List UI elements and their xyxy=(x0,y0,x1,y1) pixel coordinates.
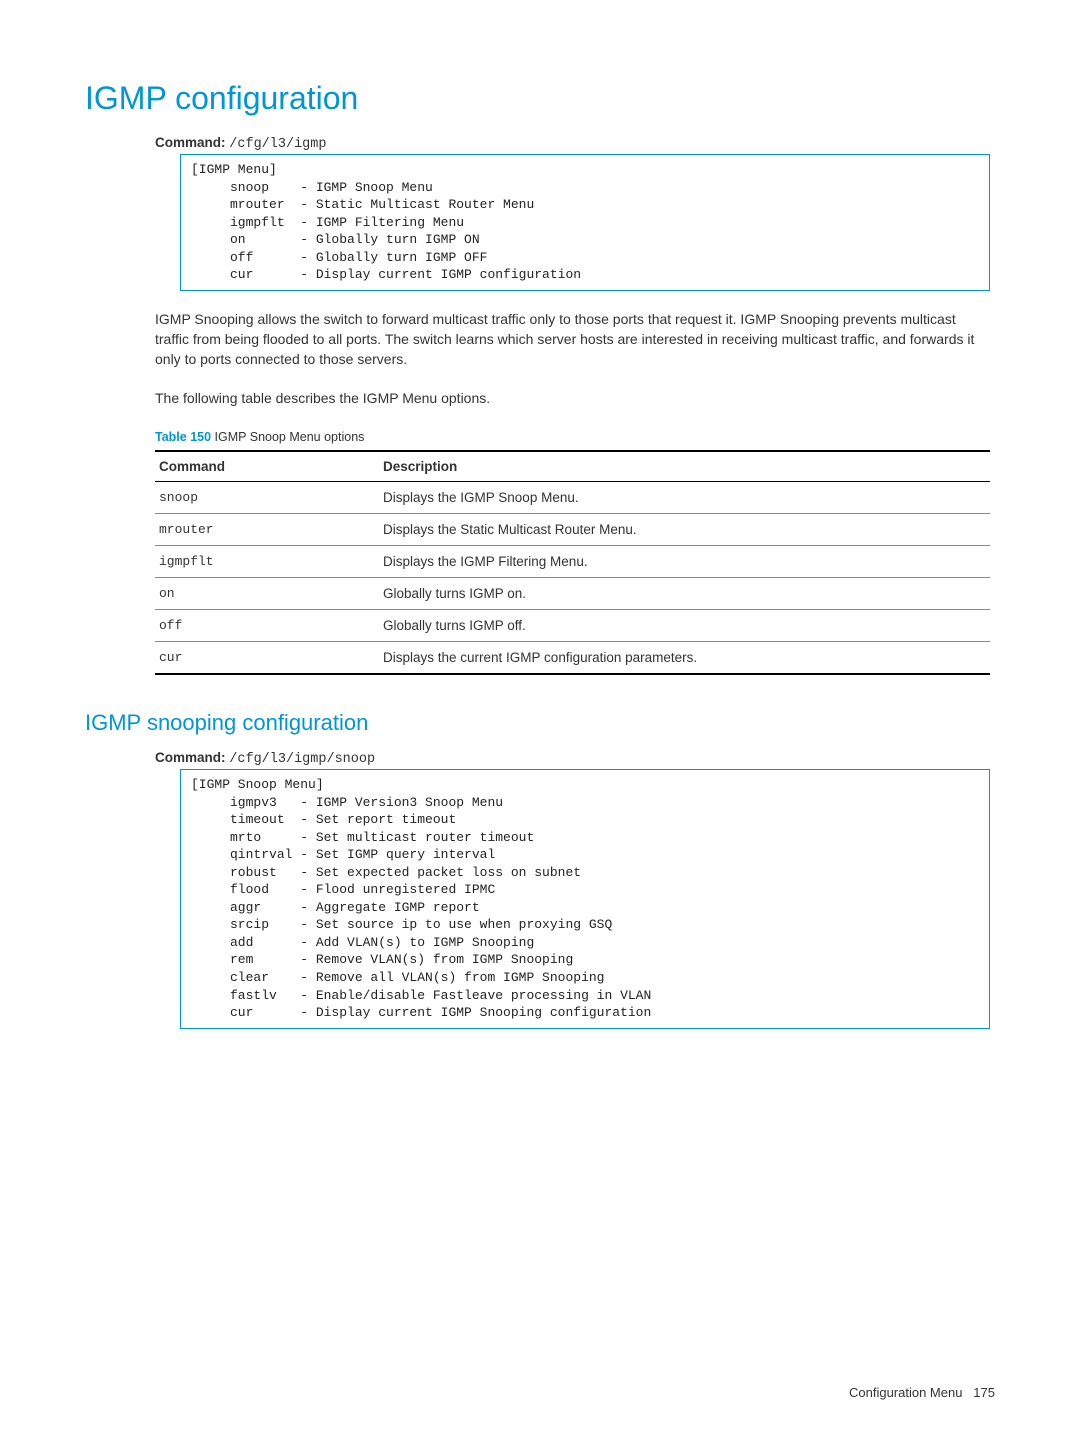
table-cell-command: on xyxy=(155,578,379,610)
table-cell-description: Globally turns IGMP on. xyxy=(379,578,990,610)
table-cell-description: Displays the current IGMP configuration … xyxy=(379,642,990,675)
table-row: snoop Displays the IGMP Snoop Menu. xyxy=(155,482,990,514)
command-label: Command: xyxy=(155,135,226,150)
table-header-row: Command Description xyxy=(155,451,990,482)
command-path: /cfg/l3/igmp/snoop xyxy=(229,752,375,767)
footer-section: Configuration Menu xyxy=(849,1385,962,1400)
table-cell-command: off xyxy=(155,610,379,642)
table-row: off Globally turns IGMP off. xyxy=(155,610,990,642)
table-cell-command: mrouter xyxy=(155,514,379,546)
table-cell-description: Displays the IGMP Filtering Menu. xyxy=(379,546,990,578)
table-row: mrouter Displays the Static Multicast Ro… xyxy=(155,514,990,546)
page-footer: Configuration Menu 175 xyxy=(849,1385,995,1400)
igmp-menu-box: [IGMP Menu] snoop - IGMP Snoop Menu mrou… xyxy=(180,154,990,291)
command-line-1: Command: /cfg/l3/igmp xyxy=(155,135,995,152)
table-caption: Table 150 IGMP Snoop Menu options xyxy=(155,430,995,444)
page-title: IGMP configuration xyxy=(85,80,995,117)
table-cell-command: cur xyxy=(155,642,379,675)
table-header-description: Description xyxy=(379,451,990,482)
footer-page-number: 175 xyxy=(973,1385,995,1400)
paragraph-intro: IGMP Snooping allows the switch to forwa… xyxy=(155,309,990,370)
table-cell-description: Globally turns IGMP off. xyxy=(379,610,990,642)
paragraph-table-lead: The following table describes the IGMP M… xyxy=(155,388,990,408)
table-caption-text: IGMP Snoop Menu options xyxy=(211,430,364,444)
table-cell-command: snoop xyxy=(155,482,379,514)
table-row: cur Displays the current IGMP configurat… xyxy=(155,642,990,675)
command-path: /cfg/l3/igmp xyxy=(229,137,326,152)
igmp-options-table: Command Description snoop Displays the I… xyxy=(155,450,990,675)
table-caption-label: Table 150 xyxy=(155,430,211,444)
command-line-2: Command: /cfg/l3/igmp/snoop xyxy=(155,750,995,767)
command-label: Command: xyxy=(155,750,226,765)
igmp-snoop-menu-box: [IGMP Snoop Menu] igmpv3 - IGMP Version3… xyxy=(180,769,990,1029)
section-title-snooping: IGMP snooping configuration xyxy=(85,710,995,736)
table-row: on Globally turns IGMP on. xyxy=(155,578,990,610)
table-cell-command: igmpflt xyxy=(155,546,379,578)
table-row: igmpflt Displays the IGMP Filtering Menu… xyxy=(155,546,990,578)
table-header-command: Command xyxy=(155,451,379,482)
table-cell-description: Displays the IGMP Snoop Menu. xyxy=(379,482,990,514)
table-cell-description: Displays the Static Multicast Router Men… xyxy=(379,514,990,546)
